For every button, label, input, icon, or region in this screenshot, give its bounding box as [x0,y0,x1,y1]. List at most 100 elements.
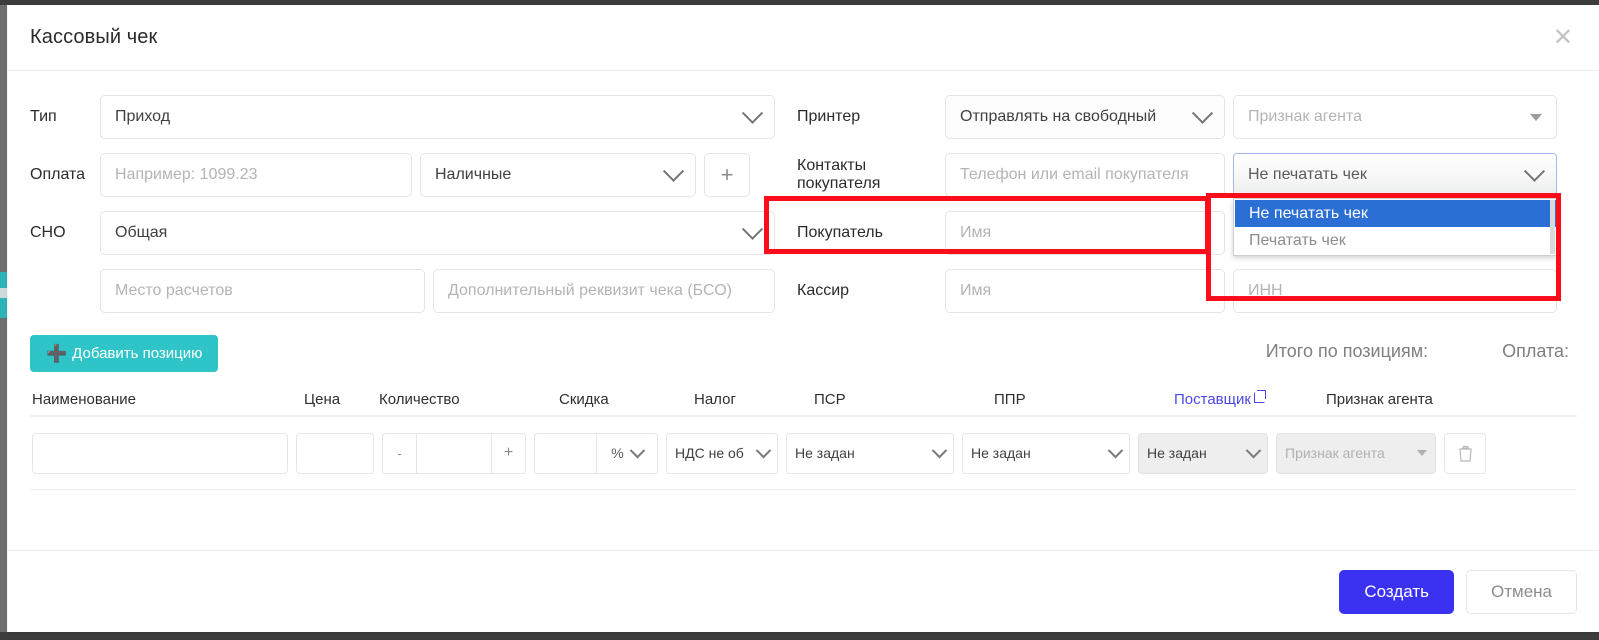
buyer-name-input[interactable] [945,211,1225,255]
cancel-button[interactable]: Отмена [1466,569,1577,614]
column-header-ppr: ППР [994,390,1026,408]
field-row-sno: СНО Общая [30,211,775,255]
column-header-supplier-link[interactable]: Поставщик [1174,389,1326,408]
item-ppr-select[interactable]: Не задан [962,432,1130,474]
item-tax-value: НДС не об [675,445,744,461]
item-quantity-input[interactable] [416,432,492,474]
payment-kind-value: Наличные [435,166,512,183]
dropdown-scrollbar[interactable] [1550,200,1555,254]
print-mode-dropdown-list: Не печатать чек Печатать чек [1233,198,1557,256]
dialog-body: Тип Приход Оплата Наличные + [8,71,1599,490]
window-bottom-bar [0,632,1599,640]
close-icon[interactable]: ✕ [1549,25,1577,50]
external-link-icon [1253,389,1266,403]
column-header-supplier-label: Поставщик [1174,390,1251,408]
agent-attribute-select[interactable]: Признак агента [1233,95,1557,139]
sno-select[interactable]: Общая [100,211,775,255]
column-header-tax: Налог [694,390,736,408]
sno-label: СНО [30,224,66,242]
field-row-contacts: Контакты покупателя Не печатать чек Не п… [797,153,1557,256]
item-discount-input[interactable] [534,432,596,474]
dialog-footer: Создать Отмена [8,550,1599,632]
item-discount-unit-value: % [611,445,624,461]
add-payment-button[interactable]: + [704,153,750,197]
item-price-input[interactable] [296,432,374,474]
column-header-name: Наименование [32,390,136,408]
payment-kind-select[interactable]: Наличные [420,153,696,197]
background-app-divider [0,288,7,298]
print-mode-select[interactable]: Не печатать чек [1233,153,1557,197]
chevron-down-icon [662,160,685,182]
chevron-down-icon [1245,442,1262,458]
type-select-value: Приход [115,108,171,125]
item-tax-select[interactable]: НДС не об [666,432,778,474]
payment-total-label: Оплата: [1502,341,1569,361]
type-select[interactable]: Приход [100,95,775,139]
column-header-price: Цена [304,390,341,408]
chevron-down-icon [1523,160,1546,182]
chevron-down-icon [1107,442,1124,458]
chevron-down-icon [741,102,764,124]
background-app-strip [0,5,7,632]
add-item-button-label: Добавить позицию [72,345,203,362]
item-supplier-select[interactable]: Не задан [1138,432,1268,474]
item-ppr-value: Не задан [971,445,1031,461]
dialog-title: Кассовый чек [30,26,158,48]
plus-icon: ➕ [46,343,68,363]
cashier-inn-input[interactable] [1233,269,1557,313]
chevron-down-icon [931,442,948,458]
chevron-down-icon [741,218,764,240]
quantity-decrement-button[interactable]: - [382,432,416,474]
triangle-down-icon [1530,113,1542,121]
items-total-label: Итого по позициям: [1265,341,1429,361]
item-supplier-value: Не задан [1147,445,1207,461]
column-header-quantity: Количество [379,390,460,408]
field-row-type: Тип Приход [30,95,775,139]
payment-amount-input[interactable] [100,153,412,197]
add-item-button[interactable]: ➕ Добавить позицию [30,335,219,372]
form-columns: Тип Приход Оплата Наличные + [30,95,1577,327]
printer-select-value: Отправлять на свободный [960,108,1157,125]
field-row-payment: Оплата Наличные + [30,153,775,197]
quantity-increment-button[interactable]: + [492,432,526,474]
column-header-psr: ПСР [814,390,846,408]
settlement-place-input[interactable] [100,269,425,313]
item-name-input[interactable] [32,432,288,474]
items-section: ➕ Добавить позицию Итого по позициям: Оп… [30,335,1577,490]
item-quantity-stepper: - + [382,432,526,474]
table-row: - + % НДС не об Не задан Не задан Не зад… [30,417,1577,490]
agent-attribute-placeholder: Признак агента [1248,108,1363,125]
create-button[interactable]: Создать [1339,569,1454,614]
print-mode-select-wrapper: Не печатать чек Не печатать чек Печатать… [1233,153,1557,256]
item-discount-unit-select[interactable]: % [596,432,658,474]
buyer-label: Покупатель [797,224,883,242]
item-agent-select[interactable]: Признак агента [1276,432,1436,474]
contacts-label: Контакты покупателя [797,157,881,192]
printer-select[interactable]: Отправлять на свободный [945,95,1225,139]
chevron-down-icon [629,442,645,458]
item-psr-value: Не задан [795,445,855,461]
item-agent-value: Признак агента [1285,445,1385,461]
dialog-header: Кассовый чек ✕ [8,5,1599,71]
trash-icon [1458,445,1472,462]
form-column-left: Тип Приход Оплата Наличные + [30,95,775,327]
app-root: Кассовый чек ✕ Тип Приход Оплата Наприме… [0,0,1599,640]
triangle-down-icon [1417,450,1427,456]
delete-item-button[interactable] [1444,432,1486,474]
cashier-label: Кассир [797,282,850,300]
items-toolbar: ➕ Добавить позицию Итого по позициям: Оп… [30,335,1577,383]
buyer-contacts-input[interactable] [945,153,1225,197]
form-column-right: Принтер Отправлять на свободный Признак … [797,95,1557,327]
field-row-cashier: Кассир [797,269,1557,313]
sno-select-value: Общая [115,224,168,241]
item-psr-select[interactable]: Не задан [786,432,954,474]
print-mode-option-do-not-print[interactable]: Не печатать чек [1235,200,1556,227]
extra-requisite-input[interactable] [433,269,775,313]
items-totals: Итого по позициям: Оплата: [1266,335,1577,362]
field-row-place [30,269,775,313]
print-mode-option-print[interactable]: Печатать чек [1235,227,1556,254]
cashier-name-input[interactable] [945,269,1225,313]
payment-label: Оплата [30,166,86,184]
items-table-header: Наименование Цена Количество Скидка Нало… [30,383,1577,417]
chevron-down-icon [1191,102,1214,124]
